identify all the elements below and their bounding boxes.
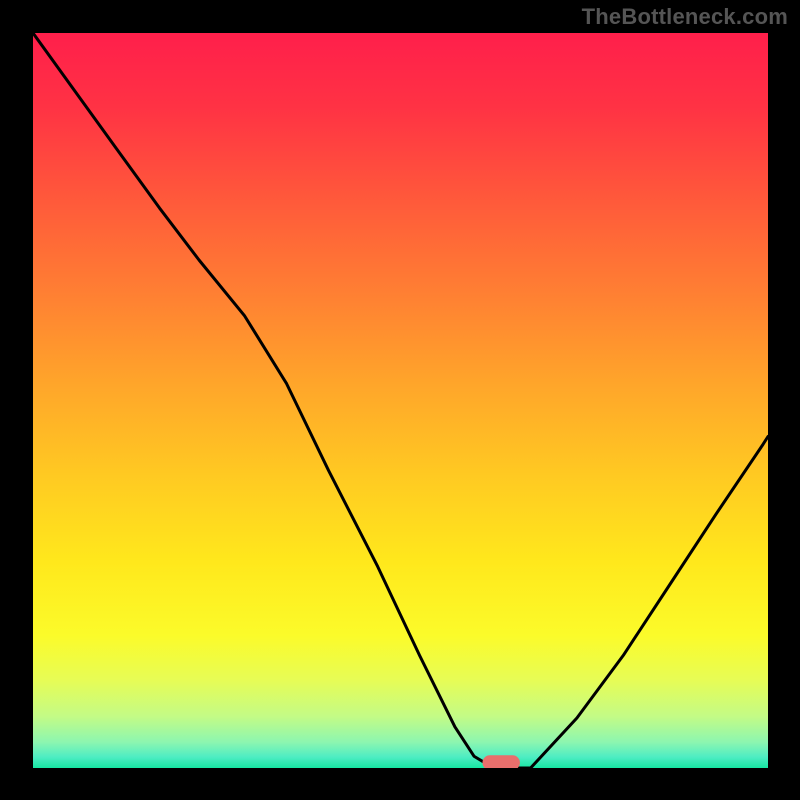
chart-plot-area	[33, 33, 768, 768]
chart-frame: TheBottleneck.com	[0, 0, 800, 800]
target-marker	[482, 755, 519, 768]
watermark-text: TheBottleneck.com	[582, 4, 788, 30]
chart-background-gradient	[33, 33, 768, 768]
